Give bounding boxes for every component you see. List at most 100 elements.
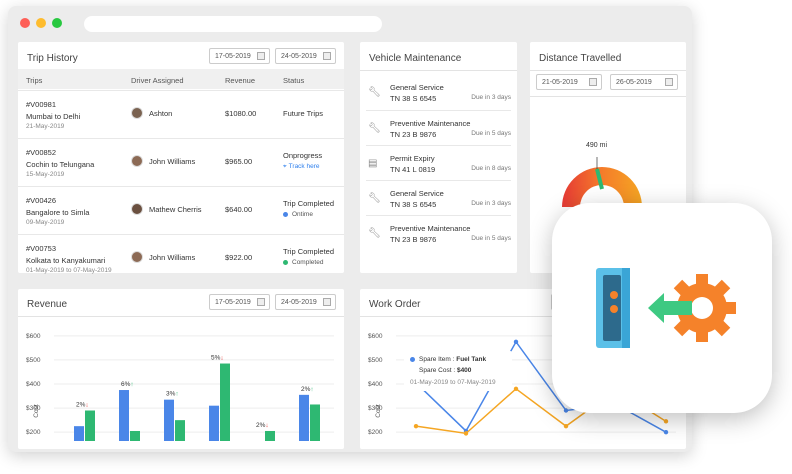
bar[interactable] <box>265 430 275 441</box>
distance-date-from[interactable]: 21-05-2019 <box>536 74 602 90</box>
trip-date-to[interactable]: 24-05-2019 <box>275 48 336 64</box>
data-point[interactable] <box>513 339 519 345</box>
revenue-title: Revenue <box>27 299 68 310</box>
bar[interactable] <box>299 394 309 441</box>
divider <box>360 70 517 71</box>
change-annotation: 2%↑ <box>301 386 314 393</box>
wrench-icon: 🔧︎ <box>368 123 381 134</box>
divider <box>530 96 686 97</box>
change-percent: 6% <box>121 381 131 388</box>
track-here-link[interactable]: ⌖ Track here <box>283 163 320 171</box>
vehicle-plate: TN 23 B 9876 <box>390 130 437 139</box>
revenue-panel: Revenue 17-05-2019 24-05-2019 $600 $500 $4… <box>18 289 344 449</box>
col-driver: Driver Assigned <box>131 76 184 85</box>
trip-status: Future Trips <box>283 109 324 118</box>
trip-date: 01-May-2019 to 07-May-2019 <box>26 267 112 274</box>
change-percent: 2% <box>301 386 311 393</box>
y-axis-label: Cost <box>375 404 382 418</box>
data-point[interactable] <box>513 386 519 392</box>
calendar-icon[interactable] <box>257 52 265 60</box>
tooltip-dot <box>410 356 415 362</box>
y-tick-label: $600 <box>368 333 383 340</box>
calendar-icon[interactable] <box>323 52 331 60</box>
y-tick-label: $200 <box>26 429 41 436</box>
due-text: Due in 5 days <box>471 235 511 242</box>
trip-date: 09-May-2019 <box>26 219 65 226</box>
maintenance-item[interactable]: 🔧︎ General Service TN 38 S 6545 Due in 3 da… <box>366 180 511 215</box>
maintenance-item[interactable]: 🔧︎ General Service TN 38 S 6545 Due in 3 da… <box>366 75 511 110</box>
calendar-icon[interactable] <box>257 298 265 306</box>
address-bar[interactable] <box>84 16 382 32</box>
bar[interactable] <box>164 399 174 441</box>
driver-name: John Williams <box>149 253 196 262</box>
revenue-date-from[interactable]: 17-05-2019 <box>209 294 270 310</box>
due-text: Due in 5 days <box>471 130 511 137</box>
trip-date-from[interactable]: 17-05-2019 <box>209 48 270 64</box>
integration-icon <box>596 268 736 348</box>
change-percent: 2% <box>256 422 266 429</box>
trip-route: Mumbai to Delhi <box>26 112 81 121</box>
status-sub: Ontime <box>283 211 313 218</box>
bar[interactable] <box>74 426 84 441</box>
data-point[interactable] <box>463 431 469 436</box>
avatar <box>131 203 143 215</box>
bar[interactable] <box>310 404 320 441</box>
bar[interactable] <box>119 390 129 441</box>
trip-route: Kolkata to Kanyakumari <box>26 256 106 265</box>
y-tick-label: $400 <box>368 381 383 388</box>
calendar-icon[interactable] <box>323 298 331 306</box>
table-row[interactable]: #V00852 Cochin to Telungana 15-May-2019 … <box>18 138 344 185</box>
chart-tooltip: Spare Item : Fuel Tank Spare Cost : $400… <box>404 351 512 391</box>
data-point[interactable] <box>663 419 669 424</box>
trip-route: Bangalore to Simla <box>26 208 90 217</box>
trip-date-to-value: 24-05-2019 <box>281 53 317 60</box>
calendar-icon[interactable] <box>589 78 597 86</box>
y-tick-label: $500 <box>368 357 383 364</box>
calendar-icon[interactable] <box>665 78 673 86</box>
trip-status: Onprogress <box>283 151 323 160</box>
maintenance-name: Preventive Maintenance <box>390 119 471 128</box>
vehicle-plate: TN 41 L 0819 <box>390 165 436 174</box>
bar[interactable] <box>85 410 95 442</box>
data-point[interactable] <box>563 423 569 429</box>
table-row[interactable]: #V00753 Kolkata to Kanyakumari 01-May-20… <box>18 234 344 281</box>
maintenance-name: General Service <box>390 189 444 198</box>
y-tick-label: $500 <box>26 357 41 364</box>
arrow-up-icon: ↑ <box>130 381 133 388</box>
tooltip-cost: Spare Cost : $400 <box>419 367 471 374</box>
bar[interactable] <box>130 430 140 441</box>
data-point[interactable] <box>413 423 419 429</box>
trip-route: Cochin to Telungana <box>26 160 95 169</box>
bar[interactable] <box>209 405 219 441</box>
revenue-date-to[interactable]: 24-05-2019 <box>275 294 336 310</box>
tooltip-item-value: Fuel Tank <box>456 356 487 363</box>
close-window-button[interactable] <box>20 18 30 28</box>
maintenance-item[interactable]: ▤ Permit Expiry TN 41 L 0819 Due in 8 days <box>366 145 511 180</box>
vehicle-plate: TN 23 B 9876 <box>390 235 437 244</box>
due-text: Due in 3 days <box>471 200 511 207</box>
change-annotation: 2%↓ <box>256 422 269 429</box>
y-tick-label: $200 <box>368 429 383 436</box>
maintenance-item[interactable]: 🔧︎ Preventive Maintenance TN 23 B 9876 Due … <box>366 215 511 250</box>
table-row[interactable]: #V00426 Bangalore to Simla 09-May-2019 M… <box>18 186 344 233</box>
trip-revenue: $922.00 <box>225 253 253 262</box>
status-sub: Completed <box>283 259 323 266</box>
data-point[interactable] <box>663 429 669 435</box>
trip-status: Trip Completed <box>283 199 334 208</box>
bar[interactable] <box>175 420 185 441</box>
distance-date-to-value: 26-05-2019 <box>616 79 652 86</box>
change-annotation: 3%↑ <box>166 391 179 398</box>
avatar <box>131 251 143 263</box>
table-row[interactable]: #V00981 Mumbai to Delhi 21-May-2019 Asht… <box>18 90 344 137</box>
distance-date-to[interactable]: 26-05-2019 <box>610 74 678 90</box>
trip-revenue: $965.00 <box>225 157 253 166</box>
minimize-window-button[interactable] <box>36 18 46 28</box>
vehicle-plate: TN 38 S 6545 <box>390 200 437 209</box>
work-order-title: Work Order <box>369 299 421 310</box>
change-annotation: 6%↑ <box>121 381 134 388</box>
maintenance-item[interactable]: 🔧︎ Preventive Maintenance TN 23 B 9876 Due … <box>366 110 511 145</box>
maintenance-name: Preventive Maintenance <box>390 224 471 233</box>
bar[interactable] <box>220 363 230 441</box>
divider <box>530 70 686 71</box>
maximize-window-button[interactable] <box>52 18 62 28</box>
